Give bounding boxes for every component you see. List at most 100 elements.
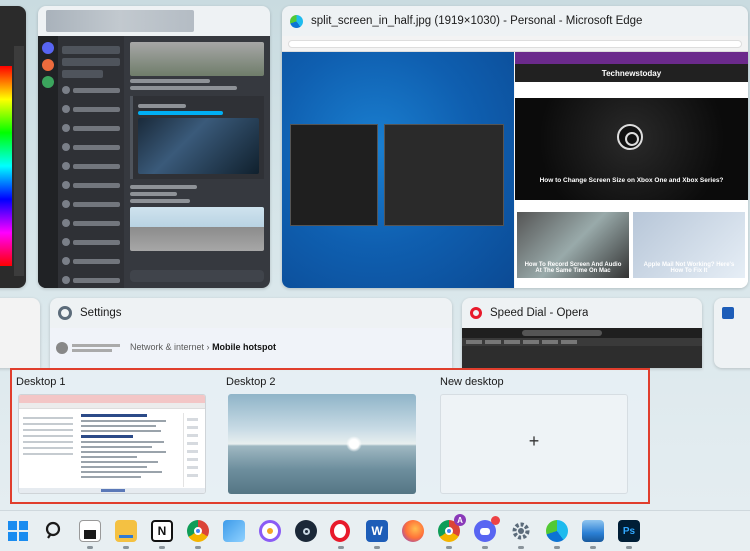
running-indicator bbox=[374, 546, 380, 549]
window-thumbnail-word[interactable] bbox=[714, 298, 750, 368]
chrome-icon bbox=[194, 527, 202, 535]
window-thumbnail-partial-left[interactable] bbox=[0, 298, 40, 368]
address-bar bbox=[282, 36, 748, 52]
search-button[interactable] bbox=[43, 520, 65, 542]
breadcrumb: Network & internet › Mobile hotspot bbox=[130, 342, 277, 352]
running-indicator bbox=[626, 546, 632, 549]
server-rail bbox=[38, 36, 58, 288]
discord-icon bbox=[480, 527, 490, 535]
desktop-label: Desktop 2 bbox=[226, 376, 276, 388]
hero-article: How to Change Screen Size on Xbox One an… bbox=[515, 98, 748, 200]
opera-icon bbox=[470, 307, 482, 319]
profile-badge: A bbox=[454, 514, 466, 526]
vpn-button[interactable] bbox=[259, 520, 281, 542]
hero-title: How to Change Screen Size on Xbox One an… bbox=[539, 177, 724, 184]
window-thumbnail-edge[interactable]: split_screen_in_half.jpg (1919×1030) - P… bbox=[282, 6, 748, 288]
card-title: How To Record Screen And Audio At The Sa… bbox=[524, 262, 622, 274]
start-button[interactable] bbox=[7, 520, 29, 542]
edge-icon bbox=[290, 14, 303, 28]
running-indicator bbox=[159, 546, 165, 549]
running-indicator bbox=[446, 546, 452, 549]
edge-button[interactable] bbox=[546, 520, 568, 542]
windows-icon bbox=[8, 521, 28, 541]
profile bbox=[56, 342, 120, 354]
running-indicator bbox=[87, 546, 93, 549]
vpn-icon bbox=[267, 528, 273, 534]
desktop-wallpaper-preview bbox=[282, 52, 514, 288]
running-indicator bbox=[195, 546, 201, 549]
window-header bbox=[714, 298, 750, 328]
message-input bbox=[130, 270, 264, 282]
desktop-1-thumbnail[interactable] bbox=[18, 394, 206, 494]
window-header: split_screen_in_half.jpg (1919×1030) - P… bbox=[282, 6, 748, 36]
xbox-icon bbox=[617, 124, 643, 150]
chrome-profile-button[interactable]: A bbox=[438, 514, 466, 542]
plus-icon: + bbox=[528, 431, 540, 451]
gear-icon bbox=[58, 306, 72, 320]
mini-window-explorer bbox=[384, 124, 504, 226]
running-indicator bbox=[590, 546, 596, 549]
search-box bbox=[522, 330, 602, 336]
window-header: Settings bbox=[50, 298, 452, 328]
task-view-icon bbox=[84, 529, 96, 539]
chat-area bbox=[124, 36, 270, 288]
photos-viewer-button[interactable] bbox=[582, 520, 604, 542]
notion-button[interactable]: N bbox=[151, 520, 173, 542]
photos-button[interactable] bbox=[223, 520, 245, 542]
file-explorer-button[interactable] bbox=[115, 520, 137, 542]
image-attachment bbox=[130, 207, 264, 251]
chrome-button[interactable] bbox=[187, 520, 209, 542]
side-panel bbox=[14, 46, 24, 276]
window-thumbnail-opera[interactable]: Speed Dial - Opera bbox=[462, 298, 702, 368]
opera-button[interactable] bbox=[330, 520, 350, 542]
avatar bbox=[56, 342, 68, 354]
discord-button[interactable] bbox=[474, 516, 500, 542]
window-thumbnail-discord[interactable] bbox=[38, 6, 270, 288]
edge-preview: Technewstoday How to Change Screen Size … bbox=[282, 36, 748, 288]
firefox-button[interactable] bbox=[402, 520, 424, 542]
photoshop-icon: Ps bbox=[622, 525, 636, 537]
new-desktop-button[interactable]: + bbox=[440, 394, 628, 494]
running-indicator bbox=[338, 546, 344, 549]
desktop-label: Desktop 1 bbox=[16, 376, 66, 388]
virtual-desktops-panel: Desktop 1 Desktop 2 New desktop + bbox=[10, 368, 650, 504]
bookmarks-bar bbox=[462, 338, 702, 346]
chrome-icon bbox=[445, 527, 453, 535]
desktop-2-thumbnail[interactable] bbox=[228, 394, 416, 494]
gear-icon bbox=[512, 522, 530, 540]
new-desktop-label: New desktop bbox=[440, 376, 504, 388]
notion-icon: N bbox=[157, 524, 167, 538]
task-view-button[interactable] bbox=[79, 520, 101, 542]
running-indicator bbox=[123, 546, 129, 549]
article-card: How To Record Screen And Audio At The Sa… bbox=[517, 212, 629, 278]
word-button[interactable]: W bbox=[366, 520, 388, 542]
running-indicator bbox=[554, 546, 560, 549]
word-icon: W bbox=[371, 524, 383, 538]
discord-preview bbox=[38, 36, 270, 288]
sun bbox=[346, 436, 362, 452]
steam-button[interactable] bbox=[295, 520, 317, 542]
running-indicator bbox=[518, 546, 524, 549]
window-title: split_screen_in_half.jpg (1919×1030) - P… bbox=[311, 15, 643, 27]
blurred-title bbox=[46, 10, 194, 32]
window-thumbnail-photoshop[interactable] bbox=[0, 6, 26, 288]
mini-window-spotify bbox=[290, 124, 378, 226]
word-icon bbox=[722, 307, 734, 319]
settings-preview: Network & internet › Mobile hotspot bbox=[50, 328, 452, 368]
image-attachment bbox=[130, 42, 264, 76]
technewstoday-page: Technewstoday How to Change Screen Size … bbox=[515, 52, 748, 288]
photoshop-button[interactable]: Ps bbox=[618, 520, 640, 542]
window-thumbnail-settings[interactable]: Settings Network & internet › Mobile hot… bbox=[50, 298, 452, 368]
running-indicator bbox=[482, 546, 488, 549]
folder-icon bbox=[119, 534, 133, 538]
search-icon bbox=[45, 521, 61, 539]
link-embed bbox=[130, 96, 264, 179]
window-title: Settings bbox=[80, 307, 122, 319]
color-spectrum bbox=[0, 66, 12, 266]
taskbar: N W A Ps bbox=[0, 510, 750, 551]
dm-list bbox=[58, 36, 124, 288]
article-card: Apple Mail Not Working? Here's How To Fi… bbox=[633, 212, 745, 278]
site-logo: Technewstoday bbox=[515, 64, 748, 82]
settings-button[interactable] bbox=[510, 520, 532, 542]
window-header: Speed Dial - Opera bbox=[462, 298, 702, 328]
